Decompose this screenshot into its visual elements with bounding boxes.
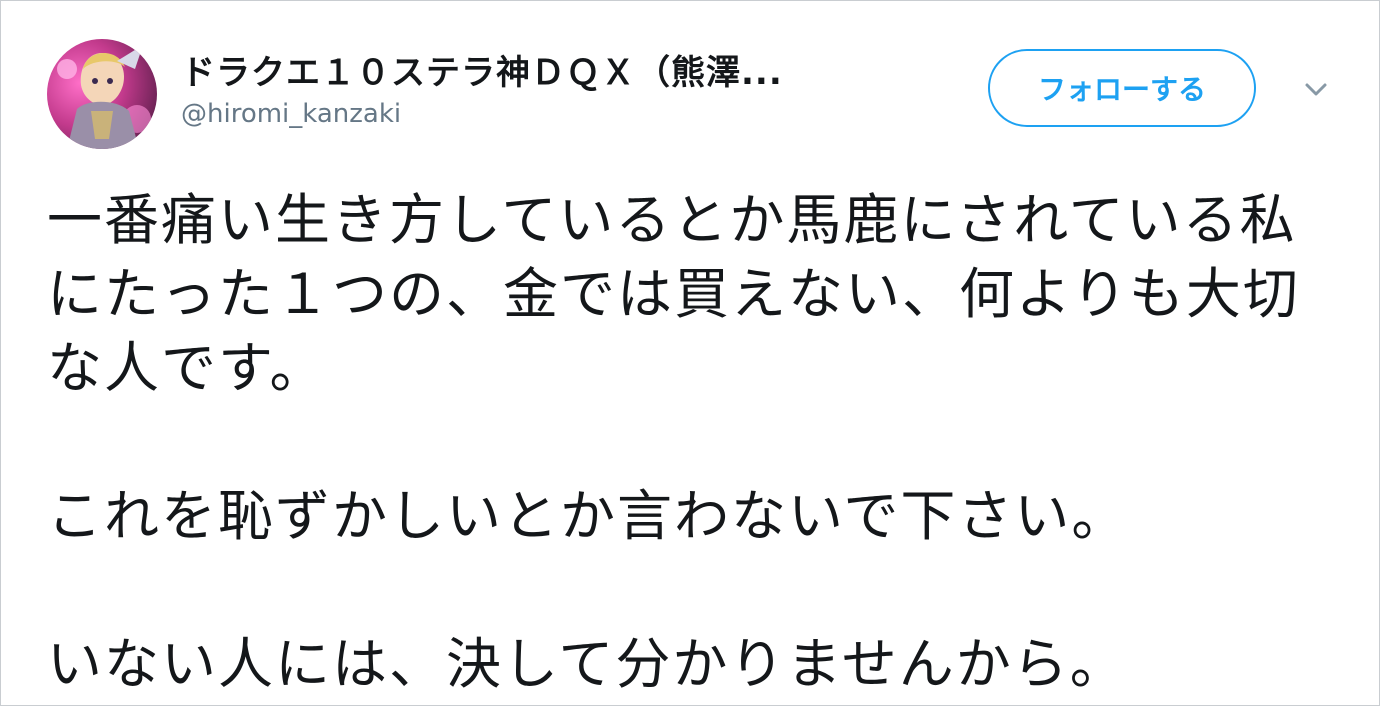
display-name[interactable]: ドラクエ１０ステラ神ＤＱＸ（熊澤... — [181, 45, 783, 94]
tweet-card: ドラクエ１０ステラ神ＤＱＸ（熊澤... @hiromi_kanzaki フォロー… — [0, 0, 1380, 706]
follow-button[interactable]: フォローする — [988, 49, 1256, 127]
user-handle[interactable]: @hiromi_kanzaki — [181, 99, 401, 129]
chevron-down-icon[interactable] — [1302, 75, 1330, 103]
avatar-image — [47, 39, 157, 149]
tweet-header: ドラクエ１０ステラ神ＤＱＸ（熊澤... @hiromi_kanzaki フォロー… — [47, 39, 1347, 149]
avatar[interactable] — [47, 39, 157, 149]
tweet-paragraph: これを恥ずかしいとか言わないで下さい。 — [47, 484, 1129, 548]
tweet-text: 一番痛い生き方しているとか馬鹿にされている私にたった１つの、金では買えない、何よ… — [47, 183, 1337, 701]
tweet-paragraph: いない人には、決して分かりませんから。 — [47, 632, 1127, 696]
tweet-paragraph: 一番痛い生き方しているとか馬鹿にされている私にたった１つの、金では買えない、何よ… — [47, 188, 1300, 400]
